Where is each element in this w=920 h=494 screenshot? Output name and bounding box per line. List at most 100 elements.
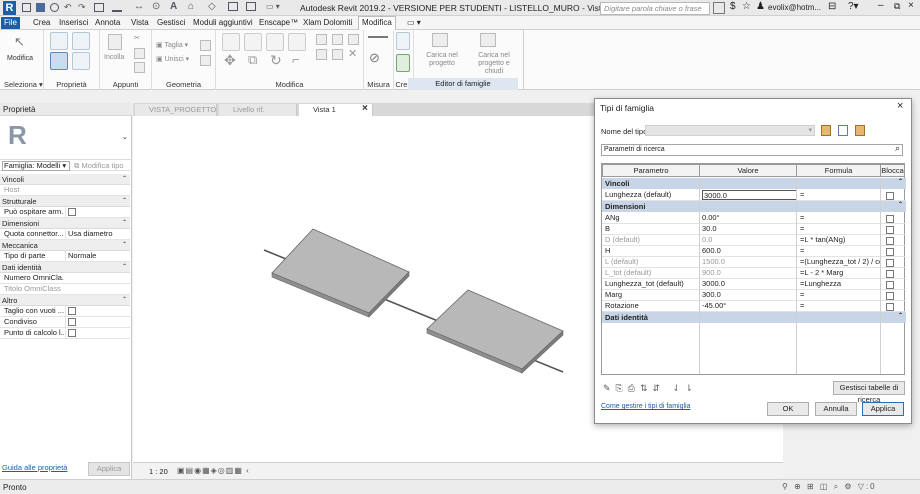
tab-moduli-aggiuntivi[interactable]: Moduli aggiuntivi [190, 17, 256, 29]
print-icon[interactable] [94, 3, 104, 12]
search-parameters-input[interactable]: Parametri di ricerca [601, 144, 903, 156]
tag-icon[interactable]: ⊙ [152, 1, 160, 12]
tab-crea[interactable]: Crea [30, 17, 53, 29]
view-control-icons[interactable]: ▣▤◉▦◈◎▥▦ ‹ [177, 466, 250, 475]
measure-distance-icon[interactable] [368, 36, 388, 39]
view-scale[interactable]: 1 : 20 [149, 467, 168, 476]
sync-icon[interactable] [50, 3, 59, 12]
rotate-icon[interactable]: ↻ [270, 52, 282, 69]
copy-element-icon[interactable]: ⧉ [248, 52, 257, 68]
property-checkbox[interactable] [68, 307, 76, 315]
restore-icon[interactable]: ⧉ [894, 1, 900, 12]
collapse-icon[interactable]: ⌃ [898, 200, 903, 211]
offset-icon[interactable] [244, 33, 262, 51]
parameter-value[interactable]: 1500.0 [702, 257, 797, 267]
copy-icon[interactable] [134, 48, 145, 59]
collapse-icon[interactable]: ⌃ [122, 174, 127, 185]
tab-vista[interactable]: Vista [128, 17, 152, 29]
scale-icon[interactable] [316, 49, 327, 60]
parameter-value[interactable]: 600.0 [702, 246, 797, 256]
split-gap-icon[interactable] [332, 34, 343, 45]
lock-checkbox[interactable] [886, 226, 894, 234]
parameter-section[interactable]: Vincoli ⌃ [602, 178, 906, 189]
property-category[interactable]: Dimensioni ⌃ [0, 218, 130, 229]
open-icon[interactable] [22, 3, 31, 12]
tab-enscape[interactable]: Enscape™ [256, 17, 301, 29]
status-icons[interactable]: ⚲ ⊕ ⊞ ◫ ⌕ ⚙ ▽:0 [782, 482, 877, 492]
create-group-icon[interactable] [396, 54, 410, 72]
switch-windows-icon[interactable]: ▭ ▾ [266, 2, 280, 11]
parameter-value[interactable]: 0.00° [702, 213, 797, 223]
col-header-parameter[interactable]: Parametro [602, 164, 700, 177]
trim-icon[interactable]: ⌐ [292, 52, 300, 67]
type-properties-icon[interactable] [72, 52, 90, 70]
property-checkbox[interactable] [68, 208, 76, 216]
collapse-icon[interactable]: ⌃ [122, 262, 127, 273]
array-icon[interactable] [348, 34, 359, 45]
property-category[interactable]: Dati identità ⌃ [0, 262, 130, 273]
revit-logo-icon[interactable]: R [3, 1, 16, 15]
collapse-icon[interactable]: ⌃ [898, 177, 903, 188]
delete-icon[interactable]: ✕ [348, 47, 357, 60]
close-views-icon[interactable] [246, 2, 256, 11]
properties-help-link[interactable]: Guida alle proprietà [2, 463, 67, 472]
property-checkbox[interactable] [68, 318, 76, 326]
parameter-formula[interactable]: = [800, 190, 880, 200]
col-header-formula[interactable]: Formula [796, 164, 881, 177]
tab-modifica[interactable]: Modifica [358, 16, 396, 30]
search-input[interactable]: Digitare parola chiave o frase [600, 2, 710, 15]
lock-checkbox[interactable] [886, 292, 894, 300]
tab-annota[interactable]: Annota [92, 17, 123, 29]
minimize-icon[interactable]: – [878, 0, 884, 11]
property-category[interactable]: Vincoli ⌃ [0, 174, 130, 185]
load-into-project-icon[interactable] [432, 33, 448, 47]
paste-label[interactable]: Incolla [104, 54, 124, 61]
lock-checkbox[interactable] [886, 259, 894, 267]
view-tab-close-icon[interactable]: × [362, 103, 368, 114]
subscription-icon[interactable]: $ [730, 1, 736, 12]
collapse-icon[interactable]: ⌃ [122, 295, 127, 306]
join-geometry-button[interactable]: ▣ Unisci ▾ [156, 55, 189, 63]
view-tab-livello[interactable]: Livello rif. [219, 104, 297, 116]
lock-checkbox[interactable] [886, 215, 894, 223]
pin-icon[interactable] [332, 49, 343, 60]
parameter-section[interactable]: Dati identità ⌃ [602, 312, 906, 323]
cut-geometry-button[interactable]: ▣ Taglia ▾ [156, 41, 188, 49]
parameter-section[interactable]: Dimensioni ⌃ [602, 201, 906, 212]
redo-icon[interactable]: ↷ [78, 2, 86, 13]
parameter-formula[interactable]: = [800, 224, 880, 234]
family-types-help-link[interactable]: Come gestire i tipi di famiglia [601, 403, 690, 410]
collapse-icon[interactable]: ⌃ [898, 311, 903, 322]
lock-checkbox[interactable] [886, 192, 894, 200]
parameter-value[interactable]: -45.00° [702, 301, 797, 311]
move-icon[interactable]: ✥ [224, 52, 236, 69]
tab-xlam-dolomiti[interactable]: Xlam Dolomiti [300, 17, 355, 29]
parameter-tool-icons[interactable]: ✎⎘⎙⇅⇵ ⇃⇂ [603, 383, 698, 394]
search-parameters-icon[interactable]: ⌕ [895, 143, 900, 154]
parameter-value[interactable]: 0.0 [702, 235, 797, 245]
close-window-icon[interactable]: × [908, 0, 914, 11]
lock-checkbox[interactable] [886, 237, 894, 245]
paste-icon[interactable] [108, 34, 122, 50]
delete-type-icon[interactable] [855, 125, 865, 136]
aligned-dimension-icon[interactable]: ⊘ [369, 50, 380, 66]
dimension-icon[interactable]: ↔ [134, 1, 144, 12]
tab-file[interactable]: File [1, 17, 20, 29]
cursor-icon[interactable]: ↖ [14, 34, 25, 50]
3d-view-icon[interactable]: ⌂ [188, 1, 194, 12]
parameter-formula[interactable]: =L * tan(ANg) [800, 235, 880, 245]
properties-icon[interactable] [50, 52, 68, 70]
parameter-formula[interactable]: = [800, 290, 880, 300]
split-element-icon[interactable] [316, 34, 327, 45]
load-and-close-button[interactable]: Carica nel progetto e chiudi [470, 52, 518, 76]
section-icon[interactable]: ◇ [208, 1, 216, 12]
match-properties-icon[interactable] [134, 62, 145, 73]
parameter-value[interactable]: 3000.0 [702, 279, 797, 289]
mirror-axis-icon[interactable] [266, 33, 284, 51]
property-value[interactable] [65, 328, 129, 340]
save-icon[interactable] [36, 3, 45, 12]
measure-icon[interactable] [112, 3, 122, 12]
text-icon[interactable]: A [170, 1, 177, 12]
tab-inserisci[interactable]: Inserisci [56, 17, 91, 29]
manage-lookup-tables-button[interactable]: Gestisci tabelle di ricerca [833, 381, 905, 404]
